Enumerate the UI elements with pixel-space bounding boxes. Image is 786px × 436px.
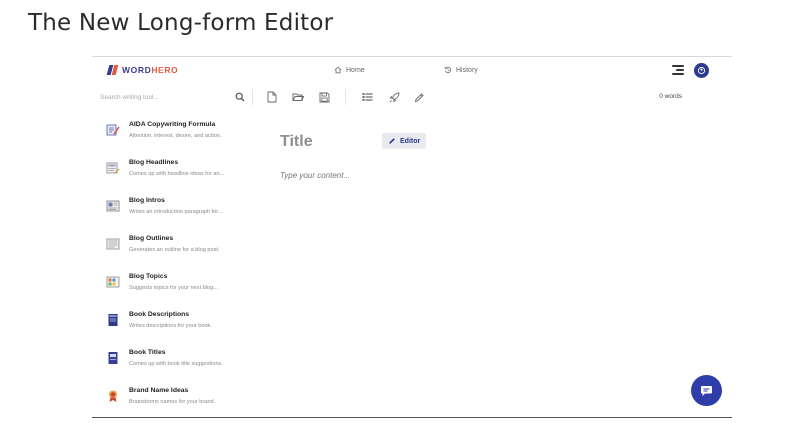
tool-description: Suggests topics for your next blog... [129, 285, 218, 291]
tool-description: Writes descriptions for your book. [129, 323, 212, 329]
tool-item-blog-outlines[interactable]: Blog Outlines Generates an outline for a… [106, 235, 242, 267]
tools-sidebar: AIDA Copywriting Formula Attention, inte… [92, 113, 242, 417]
user-avatar-icon [697, 66, 706, 75]
pencil-icon [389, 138, 395, 144]
list-view-icon[interactable] [360, 90, 374, 104]
page-heading: The New Long-form Editor [28, 10, 334, 36]
tool-item-blog-intros[interactable]: Blog Intros Writes an introduction parag… [106, 197, 242, 229]
tool-item-book-descriptions[interactable]: Book Descriptions Writes descriptions fo… [106, 311, 242, 343]
tool-name: Blog Topics [129, 273, 168, 280]
chat-button[interactable] [691, 375, 722, 406]
word-count: 0 words [659, 93, 682, 100]
search-input[interactable] [100, 89, 230, 105]
logo-text: WORDHERO [122, 65, 178, 75]
history-icon [444, 66, 452, 74]
avatar[interactable] [694, 63, 709, 78]
tool-description: Comes up with headline ideas for an... [129, 171, 225, 177]
tool-description: Writes an introduction paragraph for... [129, 209, 223, 215]
toolbar-divider [345, 89, 346, 105]
home-icon [334, 66, 342, 74]
tool-item-blog-topics[interactable]: Blog Topics Suggests topics for your nex… [106, 273, 242, 305]
aida-icon [106, 124, 120, 136]
nav-editor[interactable]: Editor [382, 133, 427, 149]
toolbar-divider [252, 89, 253, 105]
blog-topics-icon [106, 276, 120, 288]
open-folder-icon[interactable] [291, 90, 305, 104]
document-title-field[interactable]: Title [280, 133, 313, 151]
tool-description: Attention, interest, desire, and action. [129, 133, 222, 139]
wordhero-logo[interactable]: WORDHERO [106, 65, 178, 75]
new-document-icon[interactable] [265, 90, 279, 104]
logo-hero: HERO [151, 65, 179, 75]
tool-name: Blog Headlines [129, 159, 179, 166]
tool-item-aida[interactable]: AIDA Copywriting Formula Attention, inte… [106, 121, 242, 153]
magic-pen-icon[interactable] [412, 90, 426, 104]
chat-bubble-icon [701, 385, 712, 396]
brand-name-ideas-icon [109, 390, 117, 402]
tool-name: Book Titles [129, 349, 166, 356]
top-bar: WORDHERO Home Editor History [92, 57, 732, 149]
tool-name: Brand Name Ideas [129, 387, 189, 394]
save-icon[interactable] [317, 90, 331, 104]
app-window: WORDHERO Home Editor History Search writ… [92, 56, 732, 418]
nav-home[interactable]: Home [328, 62, 371, 78]
tool-name: Blog Outlines [129, 235, 174, 242]
book-titles-icon [108, 352, 118, 364]
toolbar: 0 words [92, 87, 732, 107]
tool-item-brand-name-ideas[interactable]: Brand Name Ideas Brainstorms names for y… [106, 387, 242, 417]
menu-icon[interactable] [672, 65, 684, 75]
blog-intros-icon [106, 200, 120, 212]
document-content-field[interactable]: Type your content... [280, 171, 350, 180]
nav-editor-label: Editor [400, 137, 421, 145]
rocket-icon[interactable] [387, 90, 401, 104]
nav-history[interactable]: History [438, 62, 484, 78]
tool-name: Blog Intros [129, 197, 165, 204]
blog-outlines-icon [106, 238, 120, 250]
tool-item-book-titles[interactable]: Book Titles Comes up with book title sug… [106, 349, 242, 381]
book-descriptions-icon [108, 314, 118, 326]
tool-name: AIDA Copywriting Formula [129, 121, 216, 128]
blog-headlines-icon [106, 162, 120, 174]
logo-mark-icon [106, 65, 119, 75]
tool-description: Brainstorms names for your brand. [129, 399, 216, 405]
search-icon[interactable] [233, 90, 247, 104]
nav-home-label: Home [346, 66, 365, 74]
logo-word: WORD [122, 65, 152, 75]
tool-item-blog-headlines[interactable]: Blog Headlines Comes up with headline id… [106, 159, 242, 191]
tool-description: Generates an outline for a blog post. [129, 247, 220, 253]
tool-name: Book Descriptions [129, 311, 190, 318]
tool-description: Comes up with book title suggestions. [129, 361, 223, 367]
nav-history-label: History [456, 66, 478, 74]
